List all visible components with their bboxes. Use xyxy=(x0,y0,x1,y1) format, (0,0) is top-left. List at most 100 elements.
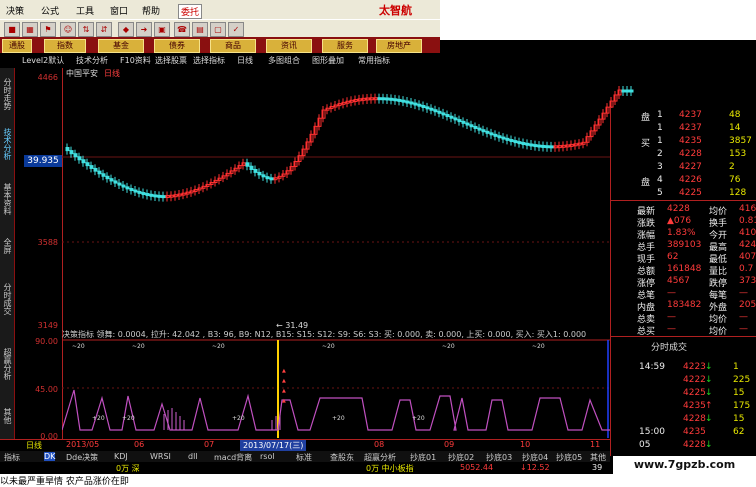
cat-bond[interactable]: 债券 xyxy=(154,39,200,53)
ltab-superwin[interactable]: 超赢分析 xyxy=(1,348,13,380)
sort2-icon[interactable]: ⇵ xyxy=(96,22,112,37)
tick-price: 4235 xyxy=(683,427,706,437)
ltab-fullscreen[interactable]: 全屏 xyxy=(1,238,13,254)
check-icon[interactable]: ✓ xyxy=(228,22,244,37)
tab-select-stock[interactable]: 选择股票 xyxy=(155,55,187,66)
diamond-icon[interactable]: ◆ xyxy=(118,22,134,37)
ind-axis-mid: 45.00 xyxy=(35,385,58,394)
cat-index[interactable]: 指数 xyxy=(44,39,86,53)
ltab-basic[interactable]: 基本资料 xyxy=(1,183,13,215)
candle-body xyxy=(393,98,398,102)
candle-body xyxy=(513,140,518,144)
tab-f10[interactable]: F10资料 xyxy=(120,55,151,66)
quote-value-2: 0.81 xyxy=(739,216,756,226)
ob-volume: 14 xyxy=(729,123,741,133)
tick-row: 15:00 4235 62 xyxy=(611,427,756,439)
btab-3[interactable]: KDJ xyxy=(114,452,128,461)
phone-icon[interactable]: ☎ xyxy=(174,22,190,37)
quote-value-2: 416 xyxy=(739,204,756,214)
quote-row: 总买 — 均价 — xyxy=(611,324,756,337)
ltab-ticks[interactable]: 分时成交 xyxy=(1,283,13,315)
cat-service[interactable]: 服务 xyxy=(322,39,368,53)
ob-price[interactable]: 4225 xyxy=(679,188,702,198)
tab-level2[interactable]: Level2默认 xyxy=(22,55,64,66)
candle-body xyxy=(133,189,138,193)
quote-value: 1.83% xyxy=(667,228,696,238)
ltab-tech[interactable]: 技术分析 xyxy=(1,128,13,160)
sort-icon[interactable]: ⇅ xyxy=(78,22,94,37)
ob-price[interactable]: 4235 xyxy=(679,136,702,146)
frame2-icon[interactable]: ▢ xyxy=(210,22,226,37)
tab-common-indicator[interactable]: 常用指标 xyxy=(358,55,390,66)
status-cut: 39 xyxy=(592,463,603,472)
ob-price[interactable]: 4226 xyxy=(679,175,702,185)
order-book-row: 1 4237 14 xyxy=(611,123,756,135)
tick-row: 4235 ↑ 175 xyxy=(611,401,756,413)
cat-fund[interactable]: 基金 xyxy=(98,39,144,53)
candle-body xyxy=(249,165,254,170)
cat-news[interactable]: 资讯 xyxy=(266,39,312,53)
candle-body xyxy=(413,102,418,106)
grid-icon[interactable]: ▦ xyxy=(22,22,38,37)
menu-help[interactable]: 帮助 xyxy=(142,4,160,17)
ob-price[interactable]: 4227 xyxy=(679,162,702,172)
menu-order[interactable]: 委托 xyxy=(178,4,203,19)
tick-volume: 15 xyxy=(733,414,745,424)
candle-body xyxy=(629,89,634,93)
menu-bar: 决策 公式 工具 窗口 帮助 委托 xyxy=(0,0,440,19)
svg-text:~20: ~20 xyxy=(532,343,545,350)
ob-volume: 48 xyxy=(729,110,741,120)
candle-body xyxy=(545,145,550,149)
quote-value: 62 xyxy=(667,252,679,262)
menu-formula[interactable]: 公式 xyxy=(41,4,59,17)
indicator-panel[interactable]: ~20~20~20~20 ~20~20~20~20 +20+20+20+20+2… xyxy=(62,330,634,438)
ltab-timeshare[interactable]: 分时走势 xyxy=(1,78,13,110)
candle-body xyxy=(137,190,142,194)
candle-body xyxy=(65,147,70,152)
ob-price[interactable]: 4237 xyxy=(679,123,702,133)
candle-body xyxy=(477,127,482,131)
stop-icon[interactable]: ■ xyxy=(4,22,20,37)
quote-value-2: — xyxy=(739,324,748,334)
status-val1: 5052.44 xyxy=(460,463,494,472)
ob-level: 3 xyxy=(657,162,663,172)
arrow-icon[interactable]: ➜ xyxy=(136,22,152,37)
cat-tongu[interactable]: 通股 xyxy=(2,39,32,53)
svg-text:+20: +20 xyxy=(92,415,105,422)
tab-overlay[interactable]: 图形叠加 xyxy=(312,55,344,66)
btab-7[interactable]: rsol xyxy=(260,452,275,461)
quote-row: 涨停 4567 跌停 373 xyxy=(611,276,756,289)
ob-price[interactable]: 4237 xyxy=(679,110,702,120)
tick-price: 4228 xyxy=(683,440,706,450)
frame-icon[interactable]: ▣ xyxy=(154,22,170,37)
candle-body xyxy=(425,106,430,110)
news-ticker[interactable]: 以未最严重旱情 农产品涨价在即 xyxy=(0,474,756,487)
tick-direction: ↓ xyxy=(705,414,713,424)
btab-1[interactable]: DK xyxy=(44,452,56,461)
quote-row: 总笔 — 每笔 — xyxy=(611,288,756,301)
menu-decision[interactable]: 决策 xyxy=(6,4,24,17)
grid2-icon[interactable]: ▤ xyxy=(192,22,208,37)
tab-tech[interactable]: 技术分析 xyxy=(76,55,108,66)
tab-multi[interactable]: 多图组合 xyxy=(268,55,300,66)
btab-5[interactable]: dll xyxy=(188,452,198,461)
tab-select-indicator[interactable]: 选择指标 xyxy=(193,55,225,66)
people-icon[interactable]: ☺ xyxy=(60,22,76,37)
candle-body xyxy=(497,135,502,139)
quote-row: 涨跌▲076换手0.81 xyxy=(611,216,756,229)
ob-price[interactable]: 4228 xyxy=(679,149,702,159)
cat-commodity[interactable]: 商品 xyxy=(210,39,256,53)
tick-volume: 62 xyxy=(733,427,745,437)
menu-window[interactable]: 窗口 xyxy=(110,4,128,17)
candlestick-chart[interactable]: 中国平安 日线 ← 31.49 xyxy=(62,68,634,330)
quote-value-2: 410 xyxy=(739,228,756,238)
ltab-other[interactable]: 其他 xyxy=(1,408,13,424)
candle-body xyxy=(85,162,90,167)
tab-daily[interactable]: 日线 xyxy=(237,55,253,66)
flag-icon[interactable]: ⚑ xyxy=(40,22,56,37)
cat-realestate[interactable]: 房地产 xyxy=(376,39,422,53)
svg-text:+20: +20 xyxy=(232,415,245,422)
menu-tools[interactable]: 工具 xyxy=(76,4,94,17)
btab-4[interactable]: WRSI xyxy=(150,452,171,461)
svg-text:▲: ▲ xyxy=(282,378,286,384)
